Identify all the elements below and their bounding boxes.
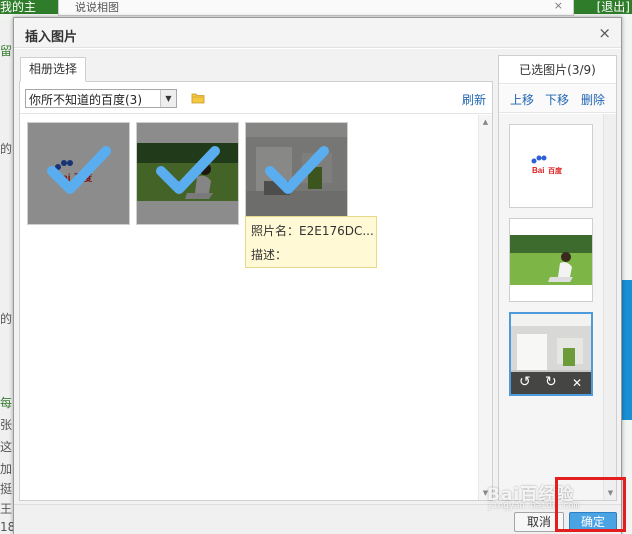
move-down-button[interactable]: 下移 bbox=[545, 91, 569, 108]
tooltip-name-row: 照片名：E2E176DC... bbox=[251, 222, 374, 239]
refresh-link[interactable]: 刷新 bbox=[462, 91, 486, 108]
scroll-up-icon[interactable]: ▲ bbox=[479, 115, 492, 129]
background-left-text: 的 bbox=[0, 312, 13, 326]
background-window-tab: 说说相图 × bbox=[58, 0, 574, 16]
baidu-logo-photo[interactable]: Bai 百度 bbox=[27, 122, 130, 225]
svg-text:百度: 百度 bbox=[548, 166, 563, 175]
photo-grid: Bai 百度 照片名：E2E176DC... 描述： bbox=[20, 115, 478, 500]
photo-tooltip: 照片名：E2E176DC... 描述： bbox=[245, 216, 377, 268]
close-icon[interactable]: × bbox=[598, 24, 611, 42]
check-icon bbox=[265, 146, 329, 194]
remove-icon[interactable]: ✕ bbox=[572, 376, 582, 390]
rotate-right-icon[interactable]: ↻ bbox=[545, 374, 557, 390]
tooltip-desc-label: 描述： bbox=[251, 248, 288, 262]
check-icon bbox=[47, 146, 111, 194]
album-content: 你所不知道的百度(3) ▼ 刷新 Bai 百度 照片名：E2E176DC... … bbox=[19, 81, 493, 501]
office-room-thumb[interactable]: ↺ ↻ ✕ bbox=[509, 312, 593, 396]
svg-text:Bai: Bai bbox=[532, 166, 544, 175]
tab-strip: 相册选择 bbox=[19, 55, 493, 82]
chevron-down-icon[interactable]: ▼ bbox=[160, 90, 176, 107]
background-tab-title: 说说相图 bbox=[75, 1, 119, 14]
selected-images-list: Bai 百度 ↺ ↻ ✕ ▼ bbox=[499, 114, 616, 500]
background-tab-close-icon: × bbox=[553, 0, 563, 12]
girl-on-grass-photo[interactable] bbox=[136, 122, 239, 225]
album-toolbar: 你所不知道的百度(3) ▼ 刷新 bbox=[20, 82, 492, 114]
tab-album-select[interactable]: 相册选择 bbox=[20, 57, 87, 82]
dialog-header: 插入图片 × bbox=[14, 18, 621, 48]
check-icon bbox=[156, 146, 220, 194]
background-top-left-text: 我的主 bbox=[0, 0, 37, 14]
background-right-banner bbox=[622, 280, 632, 420]
move-up-button[interactable]: 上移 bbox=[510, 91, 534, 108]
girl-on-grass-thumb[interactable] bbox=[509, 218, 593, 302]
background-left-text: 挺 bbox=[0, 482, 13, 496]
background-left-text: 每 bbox=[0, 396, 13, 410]
dialog-body: 相册选择 你所不知道的百度(3) ▼ 刷新 Bai 百度 照片名：E2E176D… bbox=[14, 49, 621, 504]
baidu-logo-image: Bai 百度 bbox=[531, 155, 563, 175]
order-toolbar: 上移 下移 删除 bbox=[499, 85, 616, 113]
album-dropdown[interactable]: 你所不知道的百度(3) ▼ bbox=[25, 89, 177, 108]
rotate-left-icon[interactable]: ↺ bbox=[519, 374, 531, 390]
selected-images-title: 已选图片(3/9) bbox=[499, 56, 616, 84]
tooltip-name-value: E2E176DC... bbox=[299, 224, 374, 238]
album-panel: 相册选择 你所不知道的百度(3) ▼ 刷新 Bai 百度 照片名：E2E176D… bbox=[19, 55, 493, 501]
background-left-text: 张 bbox=[0, 418, 13, 432]
background-left-text: 这 bbox=[0, 440, 13, 454]
selected-list-scrollbar[interactable]: ▼ bbox=[603, 114, 616, 500]
office-room-photo[interactable] bbox=[245, 122, 348, 225]
tooltip-desc-row: 描述： bbox=[251, 246, 287, 263]
background-logout-link[interactable]: [退出] bbox=[597, 0, 630, 15]
tooltip-name-label: 照片名： bbox=[251, 224, 300, 238]
confirm-highlight-annotation bbox=[555, 477, 626, 532]
background-left-text: 加 bbox=[0, 462, 13, 476]
folder-icon[interactable] bbox=[191, 92, 205, 104]
background-left-text: 王 bbox=[0, 502, 13, 516]
dialog-title: 插入图片 bbox=[25, 30, 78, 45]
background-left-text: 留 bbox=[0, 44, 13, 58]
girl-on-grass-image bbox=[510, 219, 592, 301]
delete-button[interactable]: 删除 bbox=[581, 91, 605, 108]
baidu-logo-thumb[interactable]: Bai 百度 bbox=[509, 124, 593, 208]
photo-grid-scrollbar[interactable]: ▲ ▼ bbox=[478, 115, 492, 500]
insert-image-dialog: 插入图片 × 相册选择 你所不知道的百度(3) ▼ 刷新 Bai 百度 照片名：… bbox=[13, 17, 622, 534]
thumb-action-bar: ↺ ↻ ✕ bbox=[511, 372, 591, 394]
selected-images-panel: 已选图片(3/9) 上移 下移 删除 Bai 百度 ↺ ↻ ✕ ▼ bbox=[498, 55, 617, 501]
album-dropdown-value: 你所不知道的百度(3) bbox=[29, 93, 142, 107]
background-left-text: 的 bbox=[0, 142, 13, 156]
